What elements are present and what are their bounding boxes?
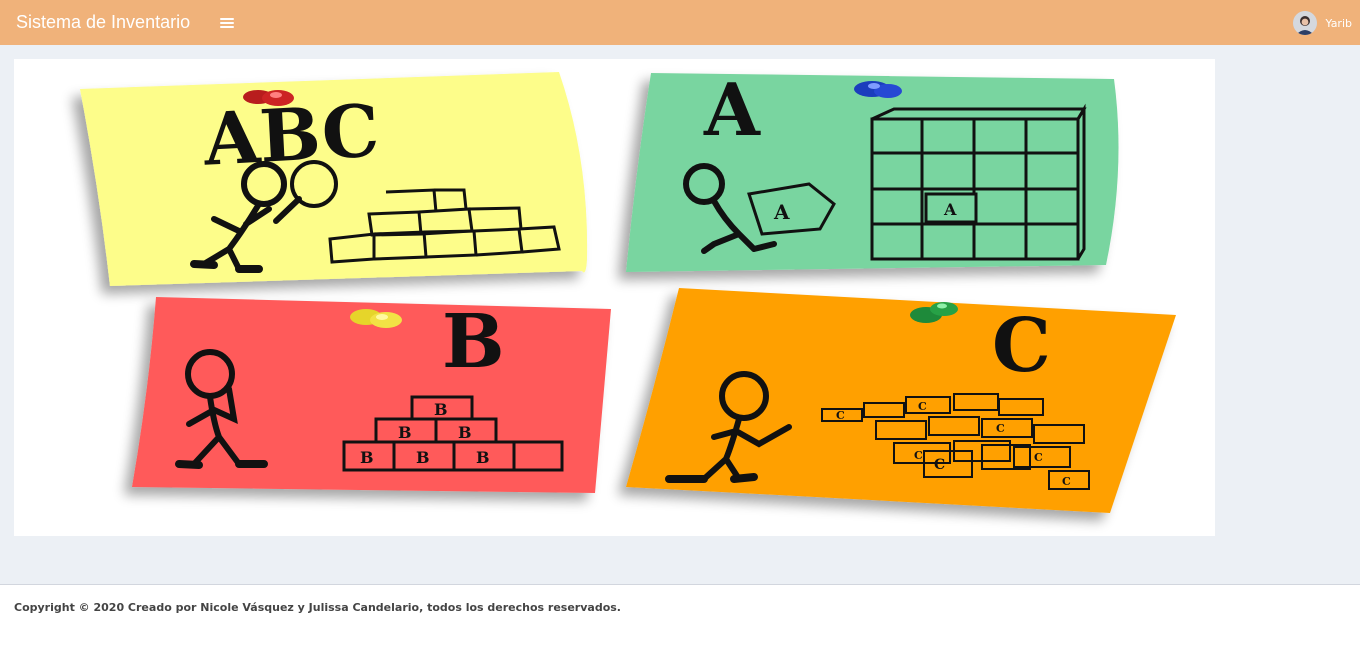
sidebar-toggle-bars-icon[interactable] [220, 16, 235, 30]
note-a-title: A [703, 67, 761, 152]
abc-inventory-illustration: A B C A A A B B B B B B B C C C C C C C C [80, 67, 1176, 513]
shelf-box-a-icon: A [924, 192, 978, 224]
svg-text:C: C [836, 409, 845, 422]
svg-text:B: B [360, 448, 374, 467]
note-c: C C C C C C C C [626, 288, 1176, 513]
top-navbar: Sistema de Inventario Yarib [0, 0, 1360, 45]
svg-text:C: C [934, 457, 945, 473]
svg-text:B: B [398, 423, 412, 442]
app-brand[interactable]: Sistema de Inventario [16, 12, 190, 33]
svg-text:B: B [458, 423, 472, 442]
svg-text:A: A [943, 200, 957, 219]
main-content-box: A B C A A A B B B B B B B C C C C C C C C [14, 59, 1215, 536]
svg-text:C: C [996, 422, 1005, 435]
note-c-title: C [992, 303, 1051, 389]
note-abc: ABC [80, 72, 588, 286]
user-menu[interactable]: Yarib [1293, 11, 1352, 35]
svg-text:C: C [914, 449, 923, 462]
note-a: A A A [626, 67, 1119, 272]
svg-text:C: C [1034, 451, 1043, 464]
svg-text:B: B [434, 400, 448, 419]
note-abc-title: ABC [201, 88, 382, 182]
note-b: B B B B B B B [132, 297, 611, 493]
svg-text:C: C [918, 400, 927, 413]
svg-text:C: C [1062, 475, 1071, 488]
user-avatar [1293, 11, 1318, 35]
svg-text:B: B [416, 448, 430, 467]
user-name: Yarib [1325, 16, 1352, 30]
copyright-text: Copyright © 2020 Creado por Nicole Vásqu… [14, 601, 621, 614]
page-footer: Copyright © 2020 Creado por Nicole Vásqu… [0, 584, 1360, 650]
svg-text:A: A [773, 200, 790, 224]
note-b-title: B [442, 299, 505, 385]
svg-text:B: B [476, 448, 490, 467]
